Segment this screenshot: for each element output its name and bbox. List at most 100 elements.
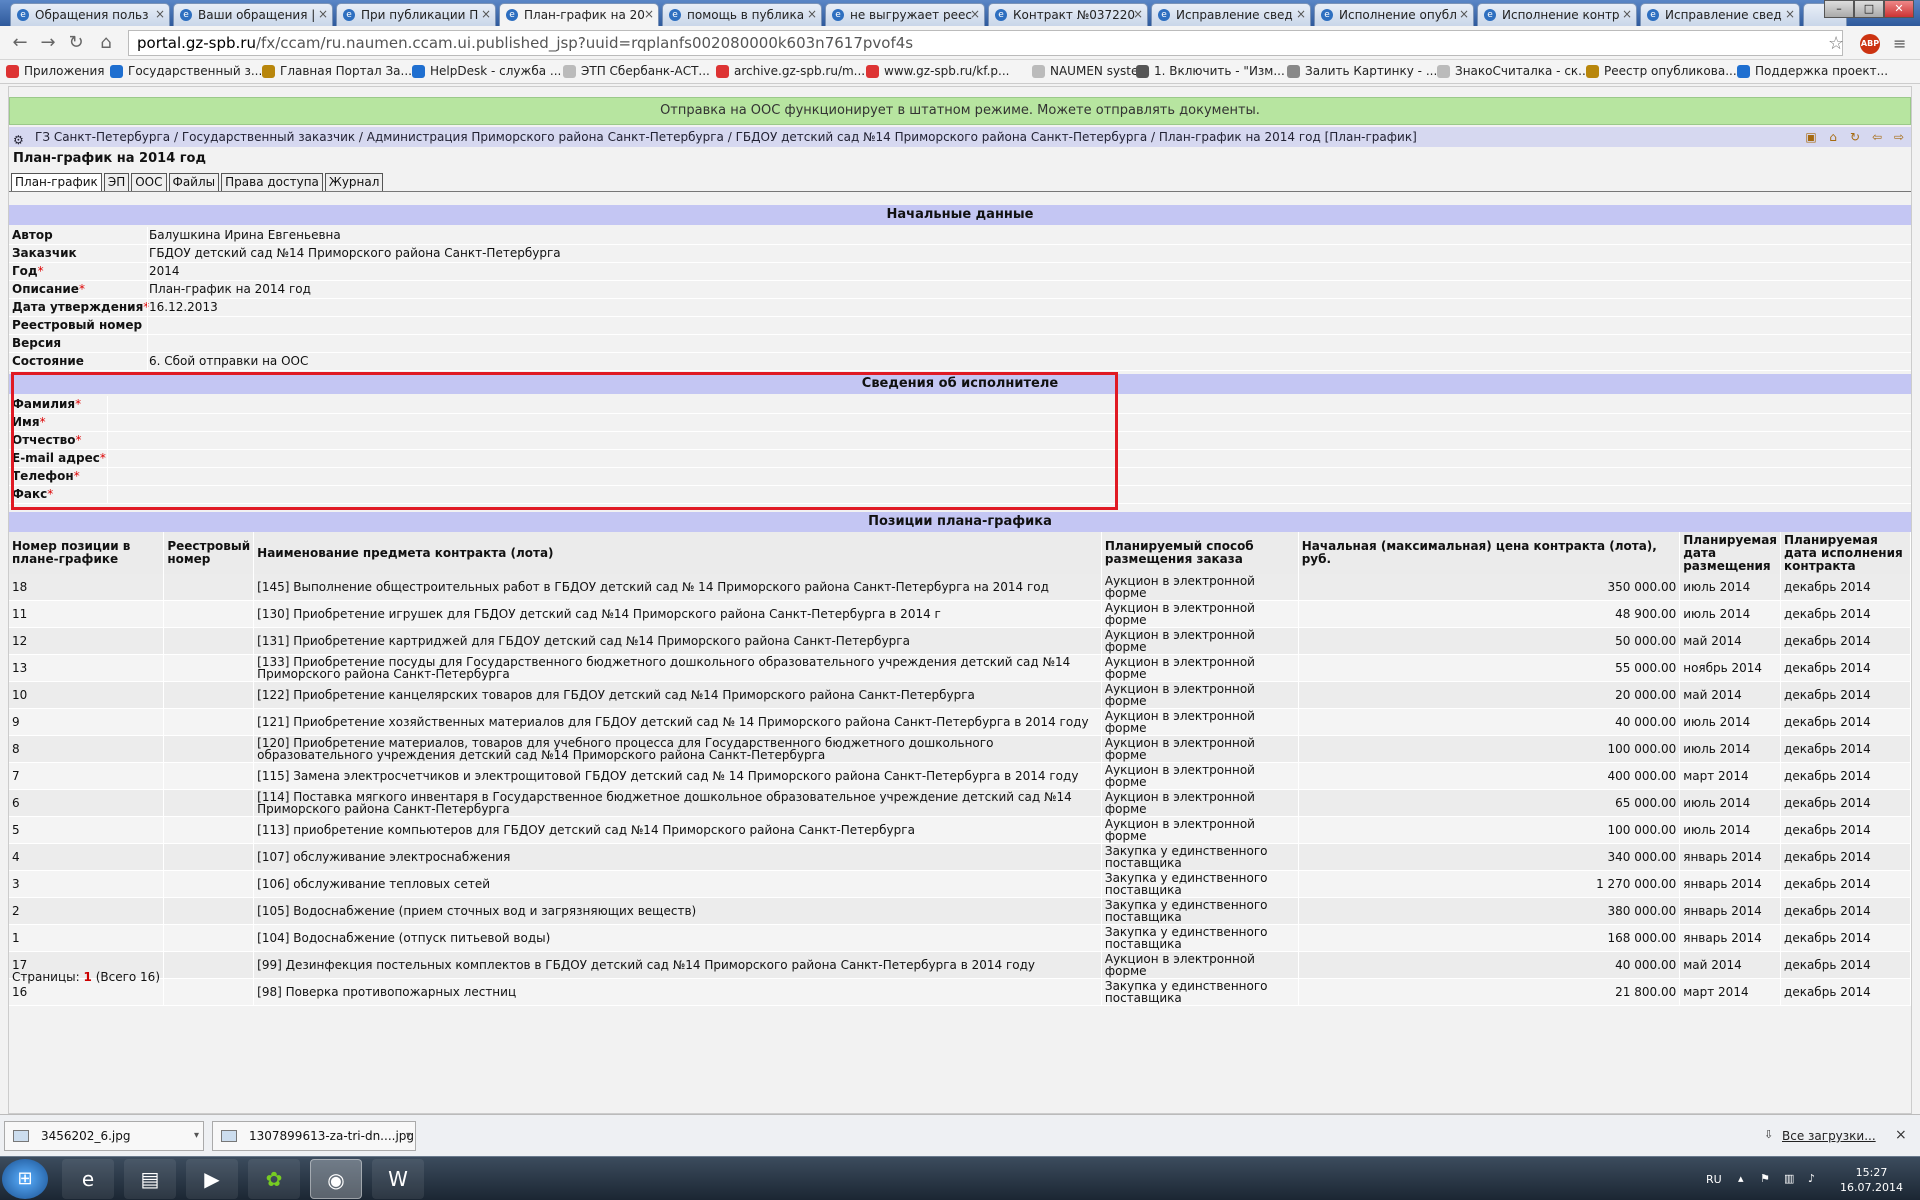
table-row[interactable]: 2 [105] Водоснабжение (прием сточных вод … (9, 897, 1911, 925)
refresh-icon[interactable]: ↻ (1847, 129, 1863, 145)
clock[interactable]: 15:27 16.07.2014 (1840, 1165, 1903, 1195)
table-row[interactable]: 5 [113] приобретение компьютеров для ГБДО… (9, 816, 1911, 844)
reload-icon[interactable]: ↻ (64, 32, 88, 54)
table-cell[interactable]: [115] Замена электросчетчиков и электрощ… (253, 762, 1102, 790)
close-icon[interactable]: × (1895, 1127, 1907, 1143)
pager-current-page[interactable]: 1 (84, 970, 92, 984)
bookmark-star-icon[interactable]: ☆ (1828, 33, 1844, 54)
close-window-button[interactable]: ✕ (1884, 0, 1914, 18)
table-row[interactable]: 6 [114] Поставка мягкого инвентаря в Госу… (9, 789, 1911, 817)
close-tab-icon[interactable]: × (644, 7, 654, 21)
bookmark-item[interactable]: Реестр опубликова... (1586, 64, 1737, 78)
bookmark-item[interactable]: NAUMEN system (1032, 64, 1150, 78)
browser-tab[interactable]: e не выгружает реес × (825, 3, 985, 26)
volume-icon[interactable]: ♪ (1808, 1172, 1815, 1185)
browser-tab[interactable]: e Исполнение контр × (1477, 3, 1637, 26)
table-row[interactable]: 17 [99] Дезинфекция постельных комплектов… (9, 951, 1911, 979)
browser-tab[interactable]: e Обращения польз × (10, 3, 170, 26)
browser-tab[interactable]: e При публикации П × (336, 3, 496, 26)
home-icon[interactable]: ⌂ (1825, 129, 1841, 145)
bookmark-item[interactable]: ЭТП Сбербанк-АСТ... (563, 64, 710, 78)
browser-tab[interactable]: e Ваши обращения | × (173, 3, 333, 26)
bookmark-item[interactable]: Главная Портал За... (262, 64, 412, 78)
table-cell[interactable]: [98] Поверка противопожарных лестниц (253, 978, 1102, 1006)
bookmark-item[interactable]: archive.gz-spb.ru/m... (716, 64, 865, 78)
home-icon[interactable]: ⌂ (94, 32, 118, 54)
table-cell[interactable]: [113] приобретение компьютеров для ГБДОУ… (253, 816, 1102, 844)
back-icon[interactable]: ⇦ (1869, 129, 1885, 145)
table-cell[interactable]: [107] обслуживание электроснабжения (253, 843, 1102, 871)
tab-oos[interactable]: ООС (131, 173, 167, 191)
close-tab-icon[interactable]: × (807, 7, 817, 21)
close-tab-icon[interactable]: × (155, 7, 165, 21)
start-button[interactable]: ⊞ (2, 1159, 48, 1199)
minimize-button[interactable]: – (1824, 0, 1854, 18)
close-tab-icon[interactable]: × (1785, 7, 1795, 21)
word-icon[interactable]: W (372, 1159, 424, 1199)
back-arrow-icon[interactable]: ← (8, 32, 32, 54)
table-row[interactable]: 11 [130] Приобретение игрушек для ГБДОУ д… (9, 600, 1911, 628)
tab-files[interactable]: Файлы (168, 173, 220, 191)
table-row[interactable]: 8 [120] Приобретение материалов, товаров … (9, 735, 1911, 763)
bookmark-item[interactable]: 1. Включить - "Изм... (1136, 64, 1285, 78)
close-tab-icon[interactable]: × (1459, 7, 1469, 21)
table-cell[interactable]: [145] Выполнение общестроительных работ … (253, 574, 1102, 601)
language-indicator[interactable]: RU (1706, 1173, 1722, 1186)
browser-tab[interactable]: e помощь в публика × (662, 3, 822, 26)
table-cell[interactable]: [105] Водоснабжение (прием сточных вод и… (253, 897, 1102, 925)
close-tab-icon[interactable]: × (1622, 7, 1632, 21)
folder-icon[interactable]: ▣ (1803, 129, 1819, 145)
table-row[interactable]: 18 [145] Выполнение общестроительных рабо… (9, 574, 1911, 601)
column-header[interactable]: Номер позиции в плане-графике (9, 532, 165, 574)
table-cell[interactable]: [106] обслуживание тепловых сетей (253, 870, 1102, 898)
column-header[interactable]: Планируемая дата размещения (1679, 532, 1782, 574)
table-cell[interactable]: [130] Приобретение игрушек для ГБДОУ дет… (253, 600, 1102, 628)
browser-tab[interactable]: e Исправление свед × (1151, 3, 1311, 26)
bookmark-item[interactable]: Государственный з... (110, 64, 262, 78)
flag-icon[interactable]: ⚑ (1760, 1172, 1770, 1185)
all-downloads-link[interactable]: Все загрузки... (1782, 1129, 1876, 1143)
table-row[interactable]: 3 [106] обслуживание тепловых сетей Закупк… (9, 870, 1911, 898)
download-item[interactable]: 3456202_6.jpg ▾ (4, 1121, 204, 1151)
close-tab-icon[interactable]: × (1296, 7, 1306, 21)
media-player-icon[interactable]: ▶ (186, 1159, 238, 1199)
table-row[interactable]: 12 [131] Приобретение картриджей для ГБДО… (9, 627, 1911, 655)
chrome-icon[interactable]: ◉ (310, 1159, 362, 1199)
column-header[interactable]: Планируемая дата исполнения контракта (1780, 532, 1911, 574)
browser-tab[interactable]: e Исправление свед × (1640, 3, 1800, 26)
table-cell[interactable]: [99] Дезинфекция постельных комплектов в… (253, 951, 1102, 979)
forward-icon[interactable]: ⇨ (1891, 129, 1907, 145)
close-tab-icon[interactable]: × (481, 7, 491, 21)
network-icon[interactable]: ▥ (1784, 1172, 1794, 1185)
icq-icon[interactable]: ✿ (248, 1159, 300, 1199)
download-item[interactable]: 1307899613-za-tri-dn....jpg ▾ (212, 1121, 416, 1151)
close-tab-icon[interactable]: × (318, 7, 328, 21)
close-tab-icon[interactable]: × (1133, 7, 1143, 21)
table-cell[interactable]: [131] Приобретение картриджей для ГБДОУ … (253, 627, 1102, 655)
table-row[interactable]: 1 [104] Водоснабжение (отпуск питьевой во… (9, 924, 1911, 952)
chevron-down-icon[interactable]: ▾ (194, 1122, 199, 1150)
tab-ep[interactable]: ЭП (103, 173, 130, 191)
table-cell[interactable]: [104] Водоснабжение (отпуск питьевой вод… (253, 924, 1102, 952)
tab-access-rights[interactable]: Права доступа (221, 173, 323, 191)
tab-plan-grafik[interactable]: План-график (11, 173, 102, 191)
chevron-down-icon[interactable]: ▾ (406, 1122, 411, 1150)
bookmark-item[interactable]: Приложения (6, 64, 105, 78)
show-hidden-icons-icon[interactable]: ▴ (1738, 1172, 1744, 1185)
table-cell[interactable]: [121] Приобретение хозяйственных материа… (253, 708, 1102, 736)
maximize-button[interactable]: □ (1854, 0, 1884, 18)
adblock-plus-icon[interactable]: ABP (1860, 34, 1880, 54)
browser-tab[interactable]: e Исполнение опубл × (1314, 3, 1474, 26)
table-row[interactable]: 16 [98] Поверка противопожарных лестниц За… (9, 978, 1911, 1006)
bookmark-item[interactable]: HelpDesk - служба ... (412, 64, 561, 78)
browser-tab[interactable]: e План-график на 20 × (499, 3, 659, 26)
breadcrumb-text[interactable]: ГЗ Санкт-Петербурга / Государственный за… (35, 130, 1417, 144)
chrome-menu-icon[interactable]: ≡ (1893, 34, 1906, 53)
forward-arrow-icon[interactable]: → (36, 32, 60, 54)
bookmark-item[interactable]: www.gz-spb.ru/kf.p... (866, 64, 1009, 78)
internet-explorer-icon[interactable]: e (62, 1159, 114, 1199)
table-cell[interactable]: [133] Приобретение посуды для Государств… (253, 654, 1102, 682)
table-row[interactable]: 10 [122] Приобретение канцелярских товаро… (9, 681, 1911, 709)
table-cell[interactable]: [120] Приобретение материалов, товаров д… (253, 735, 1102, 763)
bookmark-item[interactable]: Залить Картинку - ... (1287, 64, 1437, 78)
